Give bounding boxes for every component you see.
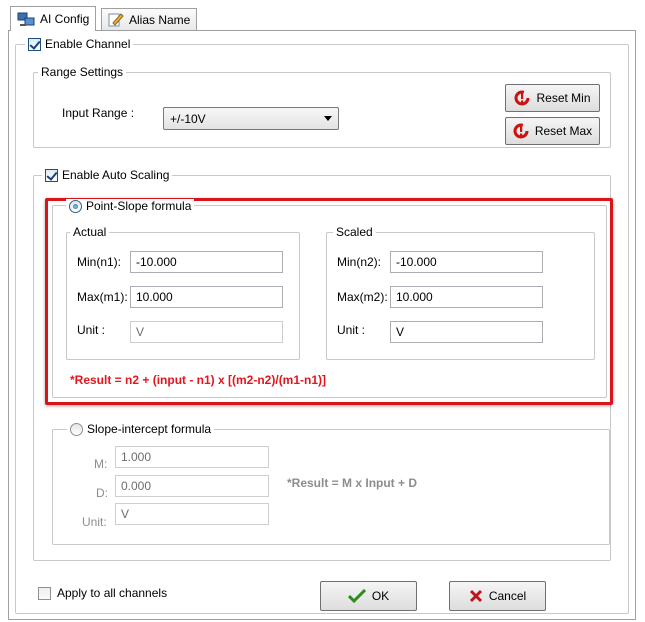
apply-all-checkbox[interactable] xyxy=(38,586,51,600)
reset-min-label: Reset Min xyxy=(536,91,591,105)
check-icon xyxy=(347,589,366,603)
range-settings-title: Range Settings xyxy=(38,65,127,79)
actual-title: Actual xyxy=(70,225,110,239)
enable-channel-legend: Enable Channel xyxy=(25,37,134,51)
auto-scaling-checkbox[interactable] xyxy=(45,168,58,182)
d-input: 0.000 xyxy=(115,475,269,497)
input-range-select[interactable]: +/-10V xyxy=(163,107,339,130)
edit-icon xyxy=(108,13,124,27)
unit-label: Unit: xyxy=(82,515,107,529)
ok-label: OK xyxy=(371,589,390,603)
tab-ai-config-label: AI Config xyxy=(40,12,90,26)
actual-max-label: Max(m1): xyxy=(77,290,128,304)
reset-max-label: Reset Max xyxy=(534,124,593,138)
cancel-label: Cancel xyxy=(488,589,527,603)
enable-channel-label: Enable Channel xyxy=(45,37,131,51)
d-label: D: xyxy=(96,486,108,500)
reset-icon xyxy=(513,123,529,139)
slope-intercept-radio[interactable] xyxy=(70,422,83,436)
slope-intercept-formula: *Result = M x Input + D xyxy=(287,476,418,490)
chevron-down-icon xyxy=(324,116,332,121)
m-label: M: xyxy=(94,457,108,471)
point-slope-legend: Point-Slope formula xyxy=(66,199,195,213)
enable-channel-checkbox[interactable] xyxy=(28,37,41,51)
point-slope-label: Point-Slope formula xyxy=(86,199,192,213)
slope-intercept-legend: Slope-intercept formula xyxy=(67,422,215,436)
input-range-label: Input Range : xyxy=(62,106,135,120)
actual-min-input[interactable]: -10.000 xyxy=(130,251,283,273)
actual-unit-input: V xyxy=(130,321,283,343)
input-range-value: +/-10V xyxy=(170,112,206,126)
actual-max-input[interactable]: 10.000 xyxy=(130,286,283,308)
scaled-unit-label: Unit : xyxy=(337,323,366,337)
apply-all-label: Apply to all channels xyxy=(57,586,168,600)
actual-min-label: Min(n1): xyxy=(77,255,122,269)
m-input: 1.000 xyxy=(115,446,269,468)
apply-all-row[interactable]: Apply to all channels xyxy=(38,586,167,600)
point-slope-radio[interactable] xyxy=(69,199,82,213)
ok-button[interactable]: OK xyxy=(320,581,417,611)
reset-min-button[interactable]: Reset Min xyxy=(505,84,600,112)
scaled-max-label: Max(m2): xyxy=(337,290,388,304)
reset-max-button[interactable]: Reset Max xyxy=(505,117,600,145)
tab-alias-name-label: Alias Name xyxy=(129,12,191,27)
reset-icon xyxy=(514,90,530,106)
actual-unit-label: Unit : xyxy=(77,323,106,337)
point-slope-formula: *Result = n2 + (input - n1) x [(m2-n2)/(… xyxy=(70,373,327,387)
tab-ai-config[interactable]: AI Config xyxy=(10,6,97,31)
scaled-min-label: Min(n2): xyxy=(337,255,382,269)
auto-scaling-legend: Enable Auto Scaling xyxy=(42,168,173,182)
close-icon xyxy=(469,589,482,603)
scaled-unit-input[interactable]: V xyxy=(390,321,543,343)
scaled-min-input[interactable]: -10.000 xyxy=(390,251,543,273)
slope-intercept-label: Slope-intercept formula xyxy=(87,422,212,436)
scaled-title: Scaled xyxy=(333,225,376,239)
scaled-max-input[interactable]: 10.000 xyxy=(390,286,543,308)
auto-scaling-label: Enable Auto Scaling xyxy=(62,168,170,182)
tab-alias-name[interactable]: Alias Name xyxy=(101,8,198,30)
cancel-button[interactable]: Cancel xyxy=(449,581,546,611)
unit-input: V xyxy=(115,503,269,525)
network-icon xyxy=(17,12,35,26)
